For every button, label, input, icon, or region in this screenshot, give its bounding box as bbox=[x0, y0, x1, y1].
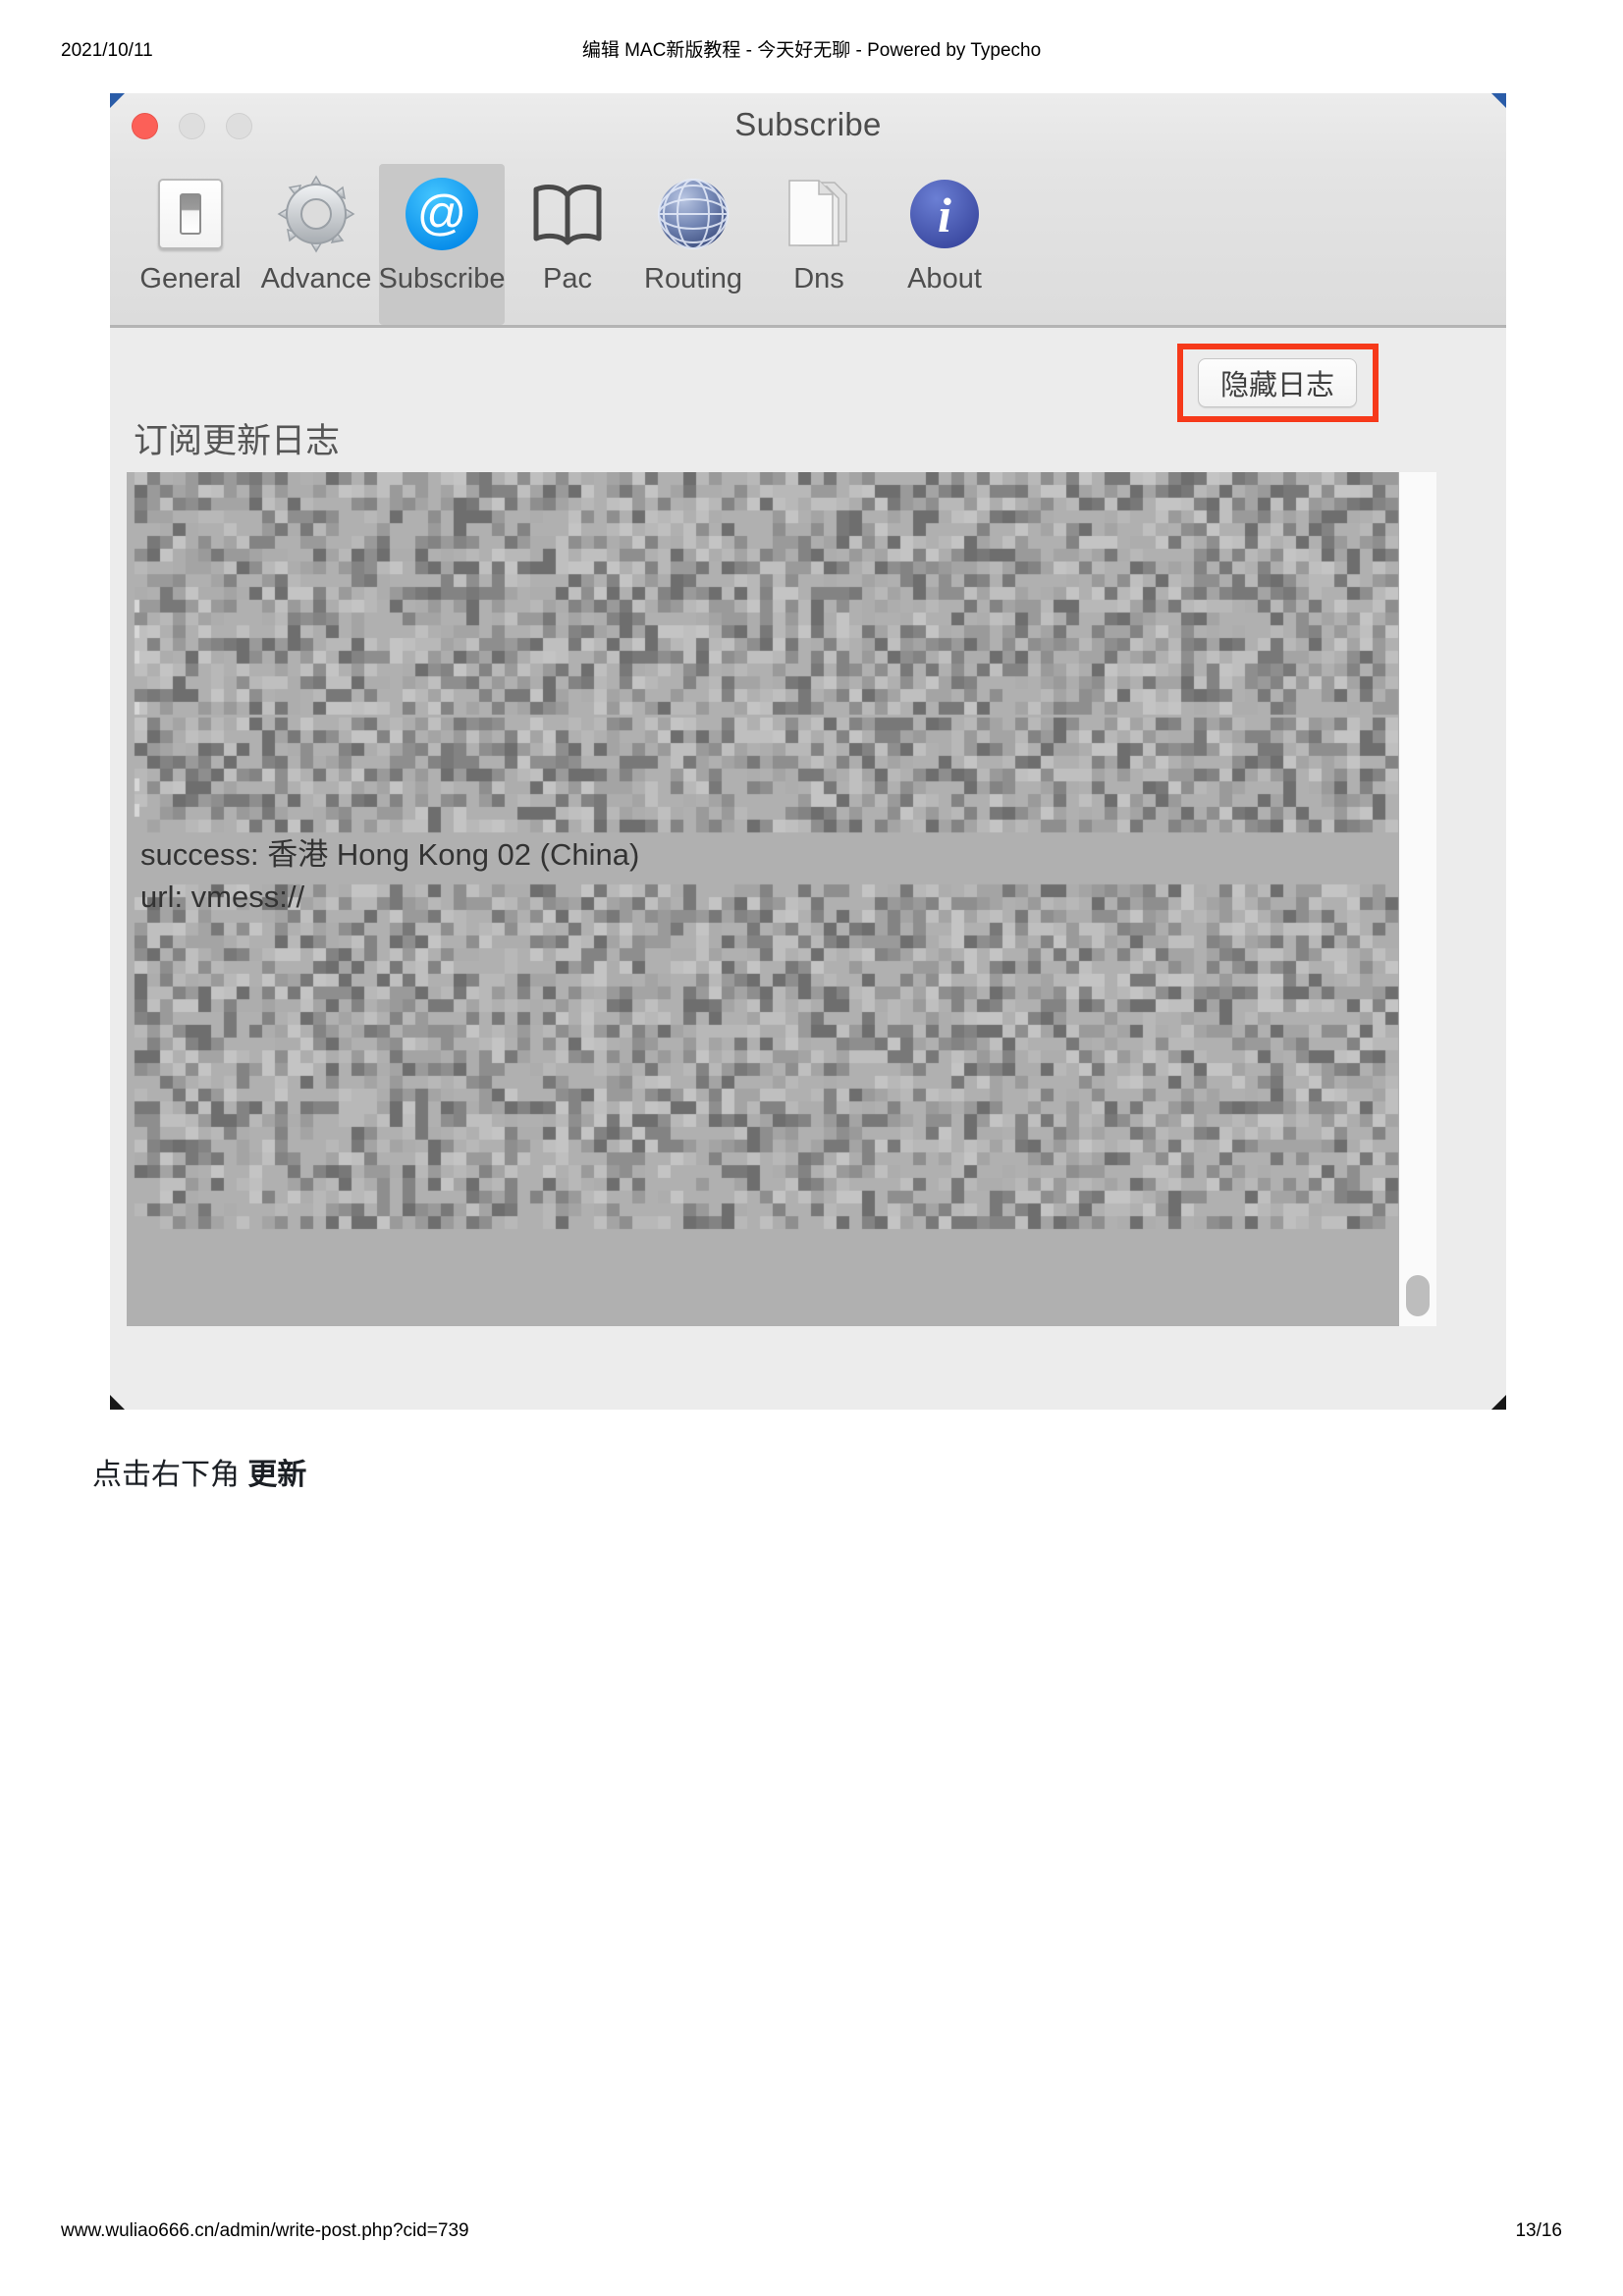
toolbar-label-dns: Dns bbox=[793, 263, 844, 294]
toolbar-item-dns[interactable]: Dns bbox=[756, 164, 882, 325]
info-icon: i bbox=[902, 172, 987, 256]
svg-text:@: @ bbox=[417, 186, 467, 240]
at-sign-icon: @ bbox=[400, 172, 484, 256]
toggle-switch-icon bbox=[148, 172, 233, 256]
toolbar-item-general[interactable]: General bbox=[128, 164, 253, 325]
caption-emphasis: 更新 bbox=[247, 1459, 307, 1491]
toolbar-item-about[interactable]: i About bbox=[882, 164, 1007, 325]
toolbar-item-subscribe[interactable]: @ Subscribe bbox=[379, 164, 505, 325]
svg-text:i: i bbox=[938, 187, 951, 242]
image-caption: 点击右下角 更新 bbox=[92, 1456, 306, 1495]
subscribe-log-output[interactable]: success: 香港 Hong Kong 02 (China) url: vm… bbox=[127, 472, 1436, 1326]
window-title: Subscribe bbox=[734, 106, 882, 142]
toolbar-label-advance: Advance bbox=[260, 263, 372, 294]
globe-icon bbox=[651, 172, 735, 256]
log-scrollbar-track[interactable] bbox=[1399, 472, 1436, 1326]
visible-log-lines: success: 香港 Hong Kong 02 (China) url: vm… bbox=[140, 833, 639, 918]
subscribe-app-window: Subscribe General Advance @ Subscribe Pa… bbox=[110, 93, 1506, 1410]
log-line-url: url: vmess:// bbox=[140, 880, 305, 914]
gear-icon bbox=[274, 172, 358, 256]
log-line-success: success: 香港 Hong Kong 02 (China) bbox=[140, 837, 640, 872]
print-source-url: www.wuliao666.cn/admin/write-post.php?ci… bbox=[61, 2220, 469, 2241]
toolbar-item-routing[interactable]: Routing bbox=[630, 164, 756, 325]
toolbar-label-pac: Pac bbox=[543, 263, 592, 294]
toolbar-label-general: General bbox=[139, 263, 242, 294]
open-book-icon bbox=[525, 172, 610, 256]
print-page-number: 13/16 bbox=[1515, 2220, 1562, 2241]
subscribe-log-heading: 订阅更新日志 bbox=[134, 422, 341, 460]
toolbar-label-subscribe: Subscribe bbox=[378, 263, 506, 294]
toolbar-label-routing: Routing bbox=[644, 263, 742, 294]
preferences-toolbar: General Advance @ Subscribe Pac Routing … bbox=[110, 164, 1506, 328]
embedded-screenshot[interactable]: Subscribe General Advance @ Subscribe Pa… bbox=[110, 93, 1506, 1410]
hide-log-button[interactable]: 隐藏日志 bbox=[1198, 358, 1357, 407]
log-scrollbar-thumb[interactable] bbox=[1406, 1275, 1430, 1316]
window-titlebar: Subscribe bbox=[110, 93, 1506, 164]
toolbar-item-pac[interactable]: Pac bbox=[505, 164, 630, 325]
toolbar-item-advance[interactable]: Advance bbox=[253, 164, 379, 325]
toolbar-label-about: About bbox=[907, 263, 982, 294]
printed-page-header: 2021/10/11 编辑 MAC新版教程 - 今天好无聊 - Powered … bbox=[0, 39, 1623, 69]
printed-page-footer: www.wuliao666.cn/admin/write-post.php?ci… bbox=[0, 2219, 1623, 2245]
subscribe-pane: 订阅更新日志 隐藏日志 success: 香港 Hong Kong 02 (Ch… bbox=[110, 328, 1506, 1410]
documents-icon bbox=[777, 172, 861, 256]
caption-prefix: 点击右下角 bbox=[92, 1459, 248, 1491]
print-document-title: 编辑 MAC新版教程 - 今天好无聊 - Powered by Typecho bbox=[581, 40, 1042, 61]
